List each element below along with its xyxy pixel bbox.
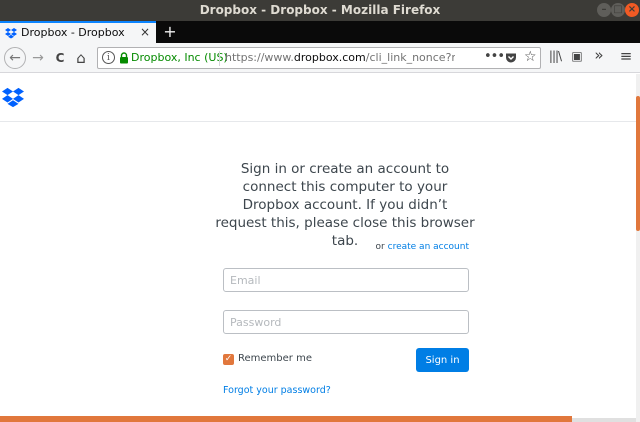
url-text[interactable]: https://www.dropbox.com/cli_link_nonce?n… xyxy=(225,51,455,64)
sidebar-icon[interactable]: ▣ xyxy=(569,49,585,67)
page-content: Sign in or create an account to connect … xyxy=(0,74,640,422)
url-path: /cli_link_nonce?nonce= xyxy=(365,51,455,64)
email-input[interactable] xyxy=(223,268,469,292)
tab-strip: Dropbox - Dropbox × + xyxy=(0,21,640,43)
site-identity[interactable]: Dropbox, Inc (US) xyxy=(131,51,228,64)
maximize-button[interactable]: □ xyxy=(611,3,625,17)
dropbox-logo-icon[interactable] xyxy=(2,86,24,108)
tab-title: Dropbox - Dropbox xyxy=(21,26,125,39)
page-actions-icon[interactable]: ••• xyxy=(484,49,505,64)
create-account-link[interactable]: create an account xyxy=(388,242,469,252)
url-divider xyxy=(219,51,220,66)
url-bar[interactable]: i Dropbox, Inc (US) https://www.dropbox.… xyxy=(97,47,541,69)
sign-in-button[interactable]: Sign in xyxy=(416,348,469,372)
hamburger-menu-icon[interactable]: ≡ xyxy=(618,47,634,65)
or-text: or xyxy=(375,242,388,252)
overflow-menu-icon[interactable]: » xyxy=(592,46,606,64)
forward-button[interactable]: → xyxy=(28,48,48,68)
bottom-accent-bar xyxy=(0,416,572,422)
reload-button[interactable]: C xyxy=(50,48,70,68)
bookmark-star-icon[interactable]: ☆ xyxy=(524,49,537,65)
tab-dropbox[interactable]: Dropbox - Dropbox × xyxy=(0,21,156,43)
window-titlebar: Dropbox - Dropbox - Mozilla Firefox – □ … xyxy=(0,0,640,21)
library-icon[interactable]: |||\ xyxy=(547,49,563,67)
page-header xyxy=(0,74,636,122)
dropbox-icon xyxy=(5,28,17,39)
forgot-password-link[interactable]: Forgot your password? xyxy=(223,385,331,396)
navigation-toolbar: ← → C ⌂ i Dropbox, Inc (US) https://www.… xyxy=(0,43,640,73)
site-info-icon[interactable]: i xyxy=(102,51,115,64)
url-host: dropbox.com xyxy=(293,51,366,64)
lock-icon xyxy=(120,52,128,64)
password-input[interactable] xyxy=(223,310,469,334)
close-window-button[interactable]: × xyxy=(625,3,639,17)
scrollbar-thumb[interactable] xyxy=(636,96,640,231)
remember-me-label[interactable]: Remember me xyxy=(238,353,312,364)
create-account-line: or create an account xyxy=(223,242,469,252)
signin-heading: Sign in or create an account to connect … xyxy=(215,161,475,249)
tab-close-icon[interactable]: × xyxy=(140,25,150,39)
bottom-bar-end xyxy=(572,418,636,422)
home-button[interactable]: ⌂ xyxy=(71,48,91,68)
back-button[interactable]: ← xyxy=(4,47,26,69)
new-tab-button[interactable]: + xyxy=(160,21,180,43)
remember-me-checkbox[interactable]: ✓ xyxy=(223,354,234,365)
minimize-button[interactable]: – xyxy=(597,3,611,17)
url-prefix: https://www. xyxy=(225,51,294,64)
window-title: Dropbox - Dropbox - Mozilla Firefox xyxy=(199,3,441,17)
pocket-icon[interactable] xyxy=(505,52,517,64)
